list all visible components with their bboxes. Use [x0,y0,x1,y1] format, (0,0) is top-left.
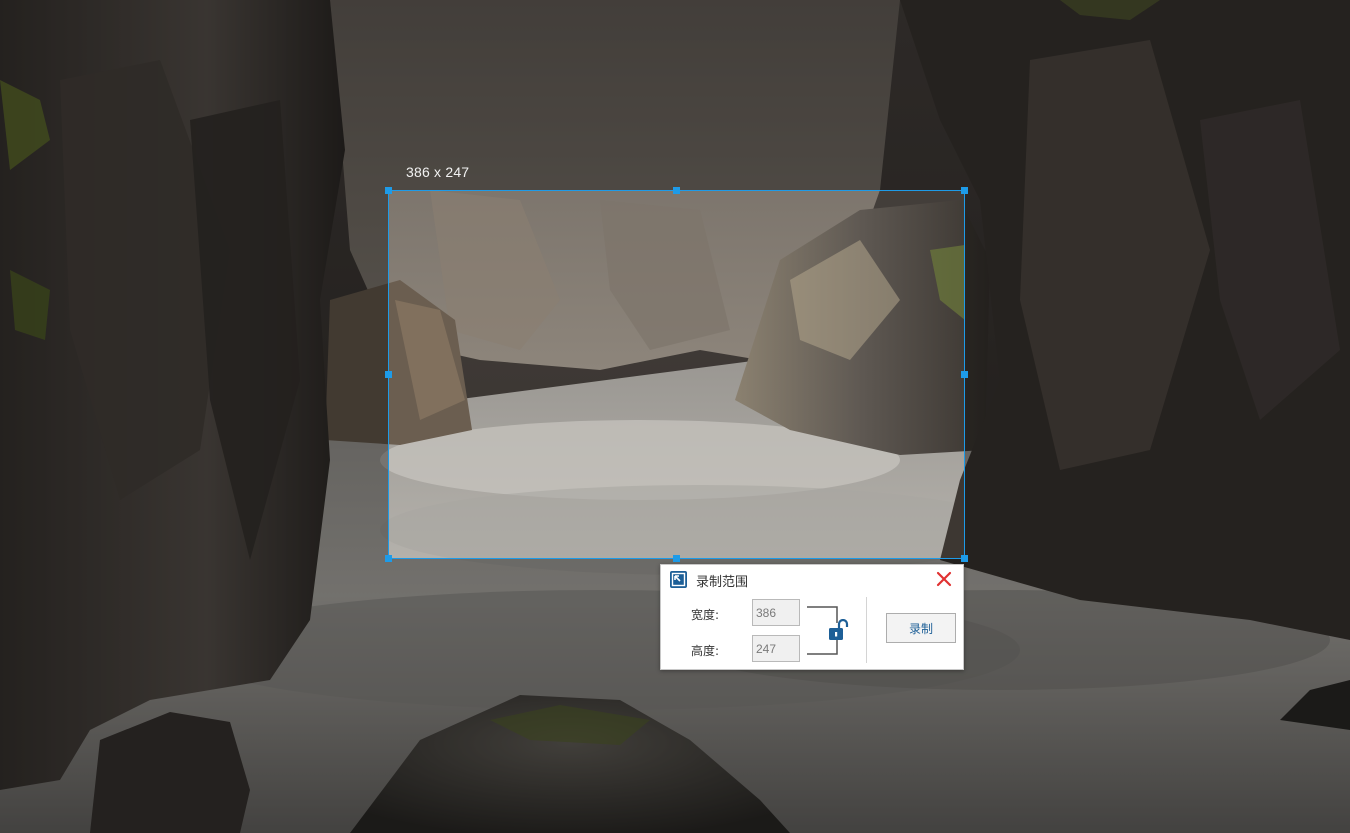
dialog-titlebar[interactable]: 录制范围 [661,565,963,593]
unlock-icon[interactable] [826,618,852,645]
record-button[interactable]: 录制 [886,613,956,643]
resize-handle-bottom-right[interactable] [961,555,968,562]
resize-handle-right[interactable] [961,371,968,378]
record-range-dialog: 录制范围 宽度: 高度: 录制 [660,564,964,670]
resize-handle-top[interactable] [673,187,680,194]
resize-handle-top-left[interactable] [385,187,392,194]
width-label: 宽度: [691,608,720,622]
dialog-title: 录制范围 [696,575,749,590]
resize-handle-bottom-left[interactable] [385,555,392,562]
selection-size-label: 386 x 247 [406,164,470,180]
close-icon[interactable] [933,568,955,590]
width-field[interactable] [752,599,800,626]
dialog-divider [866,597,867,663]
height-label: 高度: [691,644,720,658]
screen-capture-overlay[interactable]: 386 x 247 录制范围 宽度: 高度: [0,0,1350,833]
capture-selection-region[interactable] [388,190,965,559]
resize-handle-bottom[interactable] [673,555,680,562]
resize-handle-left[interactable] [385,371,392,378]
height-field[interactable] [752,635,800,662]
capture-region-icon [670,571,687,588]
resize-handle-top-right[interactable] [961,187,968,194]
